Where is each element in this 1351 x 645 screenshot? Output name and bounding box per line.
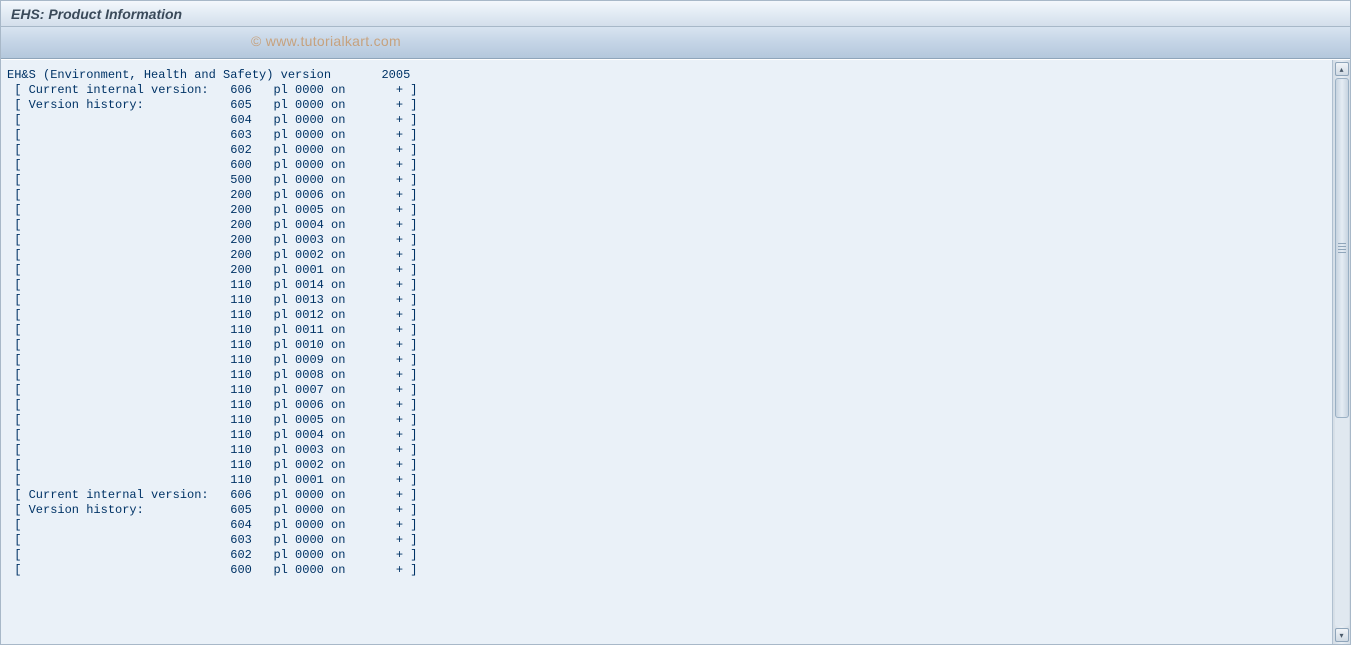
title-bar: EHS: Product Information — [1, 1, 1350, 27]
scroll-up-arrow-icon[interactable]: ▴ — [1335, 62, 1349, 76]
scroll-grip-icon — [1338, 243, 1346, 253]
scroll-thumb[interactable] — [1335, 78, 1349, 418]
window-title: EHS: Product Information — [11, 6, 182, 22]
vertical-scrollbar[interactable]: ▴ ▾ — [1332, 60, 1350, 644]
scroll-down-arrow-icon[interactable]: ▾ — [1335, 628, 1349, 642]
version-list: EH&S (Environment, Health and Safety) ve… — [1, 60, 1332, 644]
scroll-track[interactable] — [1335, 78, 1349, 626]
toolbar: © www.tutorialkart.com — [1, 27, 1350, 59]
app-window: EHS: Product Information © www.tutorialk… — [0, 0, 1351, 645]
watermark-text: © www.tutorialkart.com — [251, 33, 401, 49]
content-wrapper: EH&S (Environment, Health and Safety) ve… — [1, 59, 1350, 644]
